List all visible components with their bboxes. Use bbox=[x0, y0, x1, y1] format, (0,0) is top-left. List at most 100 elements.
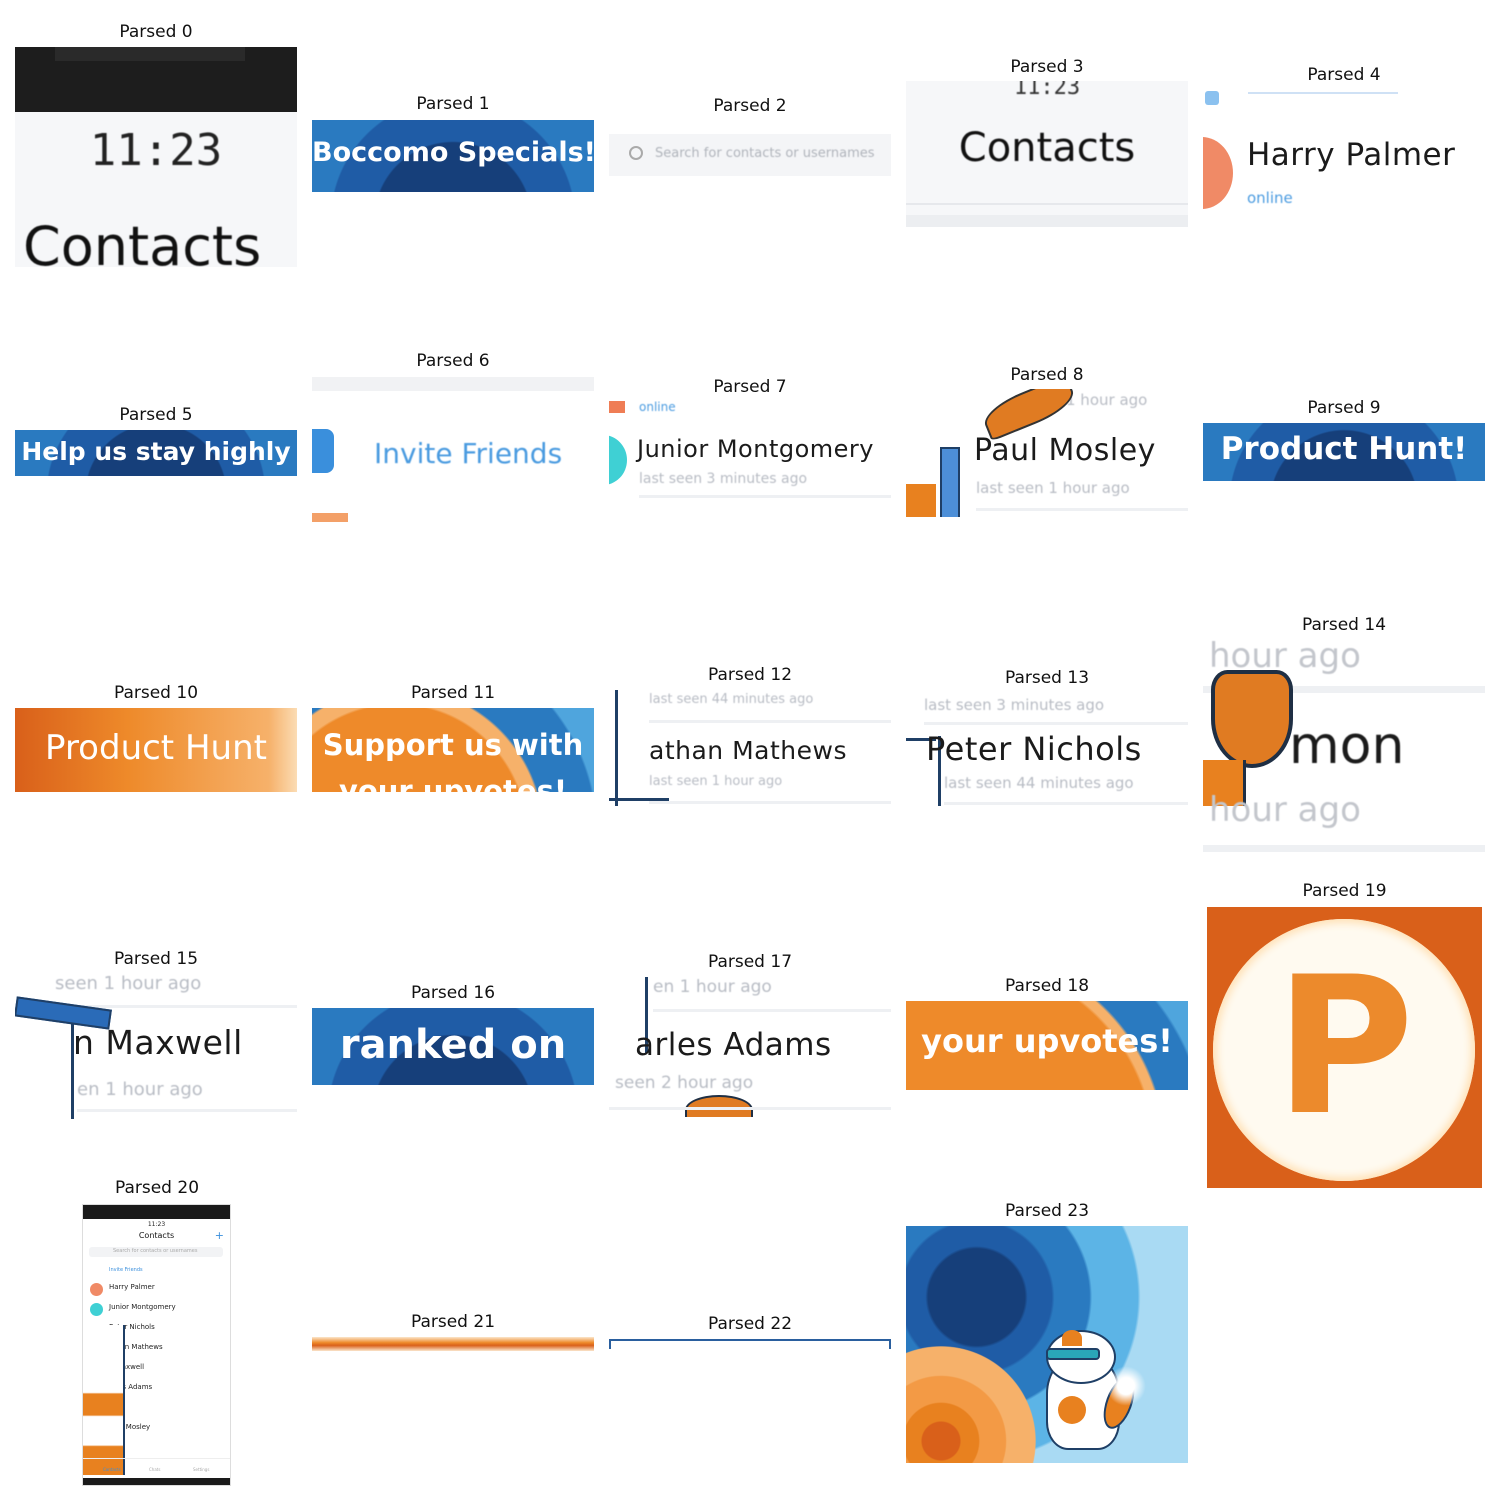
tile-17: Parsed 17 en 1 hour ago arles Adams seen… bbox=[609, 952, 891, 1120]
mascot bbox=[83, 1325, 125, 1475]
status-bar bbox=[15, 47, 297, 112]
divider bbox=[77, 1109, 297, 1112]
caption: Parsed 22 bbox=[707, 1314, 793, 1334]
caption: Parsed 13 bbox=[1004, 668, 1090, 688]
caption: Parsed 7 bbox=[713, 377, 787, 397]
banner-text: Boccomo Specials! bbox=[312, 137, 594, 168]
search-placeholder: Search for contacts or usernames bbox=[113, 1248, 198, 1254]
banner: Boccomo Specials! bbox=[312, 120, 594, 192]
contact-row-crop: hour ago mon hour ago bbox=[1203, 640, 1485, 855]
caption: Parsed 4 bbox=[1307, 65, 1381, 85]
tile-4: Parsed 4 Harry Palmer online bbox=[1203, 65, 1485, 215]
home-indicator bbox=[83, 1478, 230, 1485]
caption: Parsed 14 bbox=[1301, 615, 1387, 635]
banner-text: Help us stay highly bbox=[21, 437, 291, 466]
tile-8: Parsed 8 1 hour ago Paul Mosley last see… bbox=[906, 365, 1188, 520]
tile-10: Parsed 10 Product Hunt bbox=[15, 683, 297, 795]
tab-settings[interactable]: Settings bbox=[193, 1467, 209, 1472]
caption: Parsed 5 bbox=[119, 405, 193, 425]
product-hunt-logo: P bbox=[1207, 907, 1482, 1188]
banner-text: your upvotes! bbox=[921, 1022, 1173, 1060]
mascot-hat bbox=[1211, 670, 1293, 768]
banner-text-2: your upvotes! bbox=[338, 774, 568, 792]
tile-5: Parsed 5 Help us stay highly bbox=[15, 405, 297, 480]
contact-row-crop: 1 hour ago Paul Mosley last seen 1 hour … bbox=[906, 389, 1188, 517]
contact-status: last seen 1 hour ago bbox=[976, 479, 1130, 497]
page-title: Contacts bbox=[138, 1231, 175, 1240]
tile-19: Parsed 19 P bbox=[1207, 881, 1482, 1191]
contact-name: n Maxwell bbox=[73, 1023, 243, 1062]
contact-status: last seen 1 hour ago bbox=[649, 774, 783, 789]
contact-name: arles Adams bbox=[635, 1027, 832, 1063]
divider bbox=[609, 1107, 891, 1110]
tile-22: Parsed 22 bbox=[609, 1314, 891, 1354]
banner-text: Product Hunt bbox=[45, 728, 267, 768]
page-title: Contacts bbox=[23, 215, 262, 267]
clock: 11:23 bbox=[147, 1221, 166, 1228]
tile-12: Parsed 12 last seen 44 minutes ago athan… bbox=[609, 665, 891, 810]
contact-row-crop: en 1 hour ago arles Adams seen 2 hour ag… bbox=[609, 977, 891, 1117]
tile-2: Parsed 2 Search for contacts or username… bbox=[609, 96, 891, 196]
tile-20: Parsed 20 11:23 Contacts + Search for co… bbox=[82, 1178, 232, 1488]
search-icon bbox=[629, 146, 643, 160]
search-field[interactable]: Search for contacts or usernames bbox=[609, 134, 891, 176]
contact-name: Junior Montgomery bbox=[637, 435, 874, 463]
contact-status: seen 2 hour ago bbox=[615, 1073, 754, 1093]
banner-text: Product Hunt! bbox=[1220, 431, 1468, 467]
banner: Product Hunt! bbox=[1203, 423, 1485, 481]
caption: Parsed 3 bbox=[1010, 57, 1084, 77]
caption: Parsed 11 bbox=[410, 683, 496, 703]
divider bbox=[906, 215, 1188, 227]
contact-name: mon bbox=[1289, 716, 1405, 776]
search-bar-crop: Search for contacts or usernames bbox=[609, 122, 891, 192]
avatar bbox=[1203, 137, 1233, 209]
logo-letter: P bbox=[1274, 936, 1415, 1157]
tab-bar: Contacts Chats Settings bbox=[83, 1458, 230, 1477]
divider bbox=[1203, 845, 1485, 852]
list-item[interactable]: Harry Palmer bbox=[109, 1283, 176, 1303]
caption: Parsed 18 bbox=[1004, 976, 1090, 996]
invite-row-crop: Invite Friends bbox=[312, 377, 594, 522]
tile-image: 11:23 Contacts bbox=[15, 47, 297, 267]
tile-14: Parsed 14 hour ago mon hour ago bbox=[1203, 615, 1485, 855]
caption: Parsed 20 bbox=[114, 1178, 200, 1198]
caption: Parsed 16 bbox=[410, 983, 496, 1003]
tab-contacts[interactable]: Contacts bbox=[103, 1467, 121, 1472]
caption: Parsed 9 bbox=[1307, 398, 1381, 418]
contact-row-crop: last seen 44 minutes ago athan Mathews l… bbox=[609, 690, 891, 806]
avatar bbox=[609, 435, 627, 485]
divider bbox=[653, 1009, 891, 1012]
invite-label[interactable]: Invite Friends bbox=[374, 437, 562, 470]
avatar-peek bbox=[312, 513, 348, 522]
person-add-icon[interactable] bbox=[312, 429, 334, 473]
invite-row[interactable]: Invite Friends bbox=[109, 1267, 143, 1273]
banner: Product Hunt bbox=[15, 708, 297, 792]
contact-name: Peter Nichols bbox=[926, 730, 1142, 768]
tile-15: Parsed 15 seen 1 hour ago n Maxwell en 1… bbox=[15, 949, 297, 1124]
caption: Parsed 1 bbox=[416, 94, 490, 114]
mascot-hat bbox=[685, 1095, 753, 1117]
contact-status: en 1 hour ago bbox=[77, 1079, 203, 1100]
mascot-ear bbox=[1062, 1330, 1082, 1346]
list-item[interactable]: Junior Montgomery bbox=[109, 1303, 176, 1323]
phone-screenshot: 11:23 Contacts + Search for contacts or … bbox=[82, 1204, 231, 1486]
tile-23: Parsed 23 bbox=[906, 1201, 1188, 1466]
contact-row-crop: Harry Palmer online bbox=[1203, 89, 1485, 213]
caption: Parsed 10 bbox=[113, 683, 199, 703]
contact-name: Paul Mosley bbox=[974, 433, 1156, 468]
add-contact-icon[interactable]: + bbox=[215, 1229, 224, 1242]
caption: Parsed 17 bbox=[707, 952, 793, 972]
tile-3: Parsed 3 11:23 Contacts bbox=[906, 57, 1188, 232]
avatar bbox=[90, 1303, 103, 1316]
contact-name: Harry Palmer bbox=[1247, 137, 1456, 173]
contact-status-top: seen 1 hour ago bbox=[55, 973, 202, 994]
contact-status: last seen 3 minutes ago bbox=[639, 471, 808, 487]
tile-7: Parsed 7 online Junior Montgomery last s… bbox=[609, 377, 891, 502]
mascot-illustration bbox=[906, 1226, 1188, 1463]
tab-chats[interactable]: Chats bbox=[149, 1467, 160, 1472]
divider bbox=[639, 495, 891, 498]
contact-row-crop: seen 1 hour ago n Maxwell en 1 hour ago bbox=[15, 973, 297, 1121]
banner: Help us stay highly bbox=[15, 430, 297, 476]
contact-status-top: last seen 44 minutes ago bbox=[649, 692, 814, 707]
banner-text: ranked on bbox=[339, 1022, 567, 1068]
